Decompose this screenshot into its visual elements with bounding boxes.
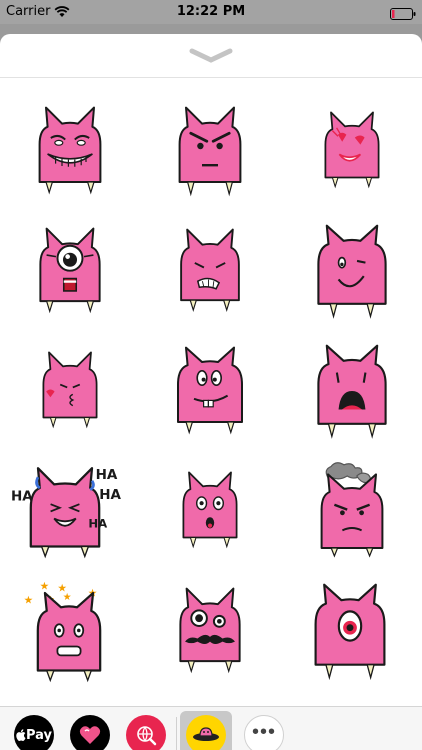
sticker-winking-monster[interactable] [302,216,402,319]
chevron-down-icon[interactable] [186,46,236,66]
sticker-sheet: HA HA HA HA ★ ★ ★ ★ Pay ••• [0,34,422,750]
apple-icon [16,729,26,741]
svg-text:★: ★ [24,594,34,607]
status-time: 12:22 PM [176,4,246,19]
sticker-grinning-monster[interactable] [20,96,120,196]
globe-app[interactable] [126,715,166,750]
apple-pay-label: Pay [25,727,53,743]
sticker-cyclops-scared-monster[interactable] [20,216,120,316]
status-bar: Carrier 12:22 PM [0,0,422,24]
app-tray: Pay ••• [0,706,422,750]
monster-stickers-app[interactable] [186,715,226,750]
laugh-text-1: HA [11,489,33,505]
laugh-text-4: HA [88,517,107,531]
sticker-laughing-monster[interactable]: HA HA HA HA [10,456,121,559]
sticker-grimace-monster[interactable] [160,216,260,316]
tray-separator [176,717,177,750]
sticker-kissing-monster[interactable] [20,336,120,436]
sticker-grid: HA HA HA HA ★ ★ ★ ★ [0,96,422,706]
battery-icon [390,8,416,20]
heart-app[interactable] [70,715,110,750]
globe-icon [137,726,157,746]
more-apps-button[interactable]: ••• [244,715,284,750]
more-icon: ••• [251,720,276,743]
svg-text:★: ★ [63,592,72,603]
svg-text:★: ★ [40,579,50,592]
sticker-shocked-monster[interactable] [302,336,402,439]
laugh-text-2: HA [96,467,118,483]
sticker-mustache-monster[interactable] [160,576,260,676]
sticker-dizzy-monster[interactable]: ★ ★ ★ ★ ★ ★ [14,576,124,683]
status-right [390,5,416,24]
sticker-cyclops-monster[interactable] [300,576,400,681]
sticker-buck-tooth-monster[interactable] [160,336,260,436]
heart-icon [79,726,101,744]
sticker-angry-monster[interactable] [160,96,260,197]
ufo-icon [193,727,219,741]
sticker-fuming-monster[interactable] [302,456,402,558]
sticker-heart-eyes-monster[interactable] [302,96,402,196]
laugh-text-3: HA [99,487,121,503]
apple-pay-app[interactable]: Pay [14,715,54,750]
sheet-divider [0,77,422,78]
sticker-surprised-monster[interactable] [160,456,260,556]
